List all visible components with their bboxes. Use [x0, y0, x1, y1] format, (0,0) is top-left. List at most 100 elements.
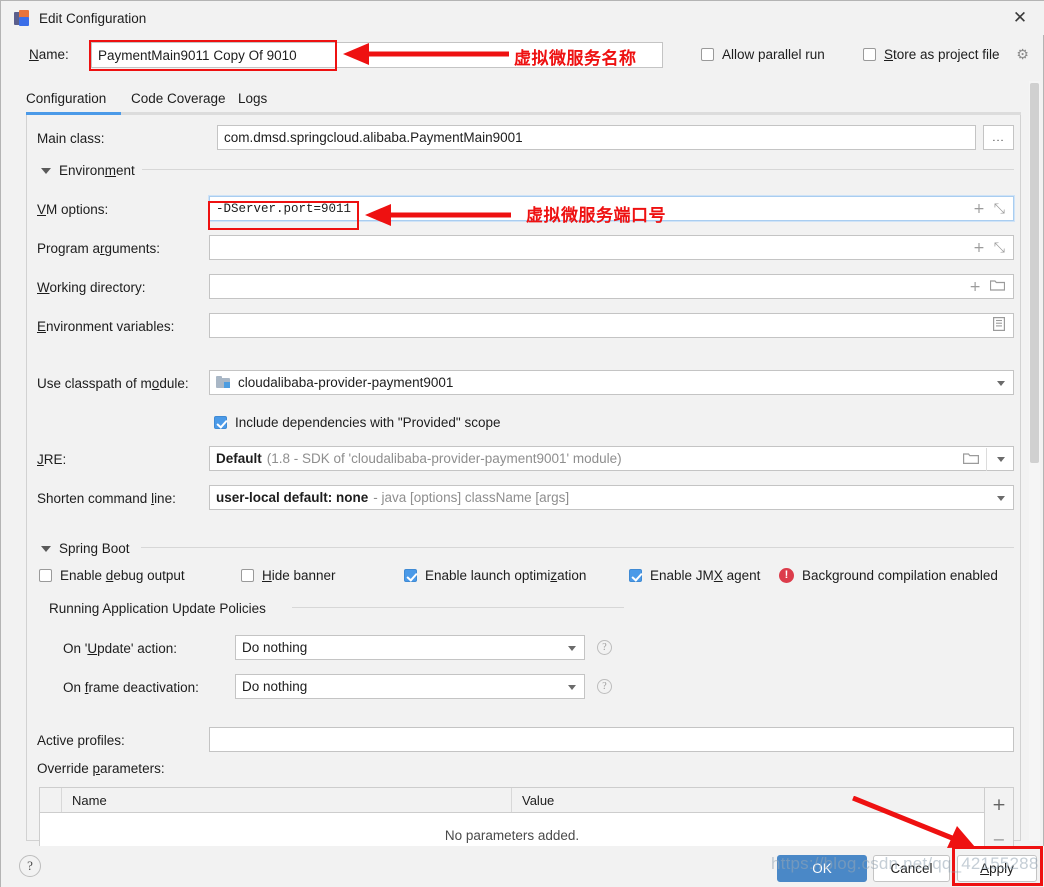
chevron-down-icon — [41, 167, 51, 174]
group-divider — [142, 169, 1014, 170]
background-compilation-label: Background compilation enabled — [802, 568, 998, 583]
enable-launch-optimization-label: Enable launch optimization — [425, 568, 587, 583]
include-provided-scope-checkbox[interactable]: Include dependencies with "Provided" sco… — [214, 415, 501, 430]
chevron-down-icon — [997, 457, 1005, 462]
on-update-action-label: On 'Update' action: — [63, 641, 177, 656]
annotation-service-port: 虚拟微服务端口号 — [526, 206, 666, 226]
close-icon[interactable]: ✕ — [1007, 7, 1033, 29]
on-frame-deactivation-combobox[interactable]: Do nothing — [235, 674, 585, 699]
list-icon[interactable] — [993, 316, 1006, 335]
use-classpath-label: Use classpath of module: — [37, 376, 189, 391]
shorten-command-line-value: user-local default: none — [216, 490, 369, 505]
program-arguments-label: Program arguments: — [37, 241, 161, 256]
on-frame-deactivation-help-icon[interactable]: ? — [597, 679, 612, 694]
on-update-action-combobox[interactable]: Do nothing — [235, 635, 585, 660]
checkbox-box — [214, 416, 227, 429]
cancel-button[interactable]: Cancel — [873, 855, 950, 882]
configuration-panel: Main class: com.dmsd.springcloud.alibaba… — [26, 115, 1021, 859]
jre-combobox[interactable]: Default (1.8 - SDK of 'cloudalibaba-prov… — [209, 446, 1014, 471]
module-icon — [216, 376, 231, 389]
add-parameter-button[interactable]: + — [985, 788, 1013, 822]
checkbox-box — [629, 569, 642, 582]
environment-variables-buttons — [977, 313, 1014, 338]
working-directory-buttons: + — [947, 274, 1014, 299]
chevron-down-icon — [997, 496, 1005, 501]
add-icon[interactable]: + — [973, 240, 985, 256]
hide-banner-checkbox[interactable]: Hide banner — [241, 568, 336, 583]
store-as-project-file-checkbox[interactable]: Store as project file — [863, 47, 1000, 62]
active-profiles-field[interactable] — [209, 727, 1014, 752]
title-bar: Edit Configuration — [1, 1, 1044, 35]
table-header-row: Name Value — [40, 788, 984, 813]
folder-glyph — [989, 279, 1006, 291]
use-classpath-value: cloudalibaba-provider-payment9001 — [238, 375, 454, 390]
jre-value: Default — [216, 451, 262, 466]
spring-boot-group-header[interactable]: Spring Boot — [41, 541, 130, 556]
help-button[interactable]: ? — [19, 855, 41, 877]
vertical-scrollbar-thumb[interactable] — [1030, 83, 1039, 463]
gear-icon[interactable]: ⚙ — [1015, 48, 1030, 63]
annotation-service-name: 虚拟微服务名称 — [514, 49, 637, 69]
table-header-value[interactable]: Value — [512, 788, 984, 812]
main-class-browse-button[interactable]: ... — [983, 125, 1014, 150]
enable-jmx-agent-checkbox[interactable]: Enable JMX agent — [629, 568, 760, 583]
program-arguments-field[interactable] — [209, 235, 1014, 260]
shorten-command-line-detail: - java [options] className [args] — [373, 490, 570, 505]
allow-parallel-run-checkbox[interactable]: Allow parallel run — [701, 47, 825, 62]
vm-options-label: VM options: — [37, 202, 109, 217]
main-class-value: com.dmsd.springcloud.alibaba.PaymentMain… — [224, 130, 523, 145]
combo-divider — [986, 448, 987, 471]
checkbox-box — [39, 569, 52, 582]
main-class-field[interactable]: com.dmsd.springcloud.alibaba.PaymentMain… — [217, 125, 976, 150]
error-icon: ! — [779, 568, 794, 583]
folder-icon[interactable] — [963, 452, 979, 468]
table-header-checkbox-col — [40, 788, 62, 812]
jre-detail: (1.8 - SDK of 'cloudalibaba-provider-pay… — [266, 451, 622, 466]
checkbox-box — [404, 569, 417, 582]
table-header-name[interactable]: Name — [62, 788, 512, 812]
name-label: Name: — [29, 47, 69, 62]
checkbox-box — [241, 569, 254, 582]
checkbox-box — [863, 48, 876, 61]
allow-parallel-run-label: Allow parallel run — [722, 47, 825, 62]
chevron-down-icon — [568, 685, 576, 690]
main-class-label: Main class: — [37, 131, 105, 146]
add-icon[interactable]: + — [973, 201, 985, 217]
add-icon[interactable]: + — [969, 279, 981, 295]
edit-configuration-dialog: Edit Configuration ✕ Name: Allow paralle… — [0, 0, 1044, 887]
program-arguments-buttons: + ⤡ — [947, 235, 1014, 260]
enable-jmx-agent-label: Enable JMX agent — [650, 568, 761, 583]
table-empty-text: No parameters added. — [444, 827, 580, 843]
jre-label: JRE: — [37, 452, 67, 467]
use-classpath-of-module-combobox[interactable]: cloudalibaba-provider-payment9001 — [209, 370, 1014, 395]
enable-debug-output-label: Enable debug output — [60, 568, 185, 583]
update-policies-group-header: Running Application Update Policies — [49, 601, 266, 616]
apply-button[interactable]: Apply — [957, 855, 1037, 882]
ok-button[interactable]: OK — [777, 855, 867, 882]
store-as-project-file-label: Store as project file — [884, 47, 1000, 62]
environment-variables-label: Environment variables: — [37, 319, 175, 334]
environment-variables-field[interactable] — [209, 313, 1014, 338]
checkbox-box — [701, 48, 714, 61]
group-divider — [141, 547, 1014, 548]
folder-glyph — [963, 453, 979, 464]
shorten-command-line-combobox[interactable]: user-local default: none - java [options… — [209, 485, 1014, 510]
working-directory-label: Working directory: — [37, 280, 146, 295]
intellij-idea-icon — [13, 9, 30, 27]
environment-group-header[interactable]: Environment — [41, 163, 135, 178]
chevron-down-icon — [41, 545, 51, 552]
shorten-command-line-label: Shorten command line: — [37, 491, 176, 506]
working-directory-field[interactable] — [209, 274, 1014, 299]
on-update-action-help-icon[interactable]: ? — [597, 640, 612, 655]
folder-icon[interactable] — [989, 279, 1006, 295]
chevron-down-icon — [997, 381, 1005, 386]
window-title: Edit Configuration — [39, 10, 147, 26]
enable-debug-output-checkbox[interactable]: Enable debug output — [39, 568, 185, 583]
spring-boot-group-label: Spring Boot — [59, 541, 130, 556]
vm-options-value: -DServer.port=9011 — [216, 201, 352, 216]
on-frame-deactivation-value: Do nothing — [242, 679, 308, 694]
on-frame-deactivation-label: On frame deactivation: — [63, 680, 199, 695]
enable-launch-optimization-checkbox[interactable]: Enable launch optimization — [404, 568, 586, 583]
expand-icon[interactable]: ⤡ — [994, 201, 1005, 217]
expand-icon[interactable]: ⤡ — [994, 240, 1005, 256]
